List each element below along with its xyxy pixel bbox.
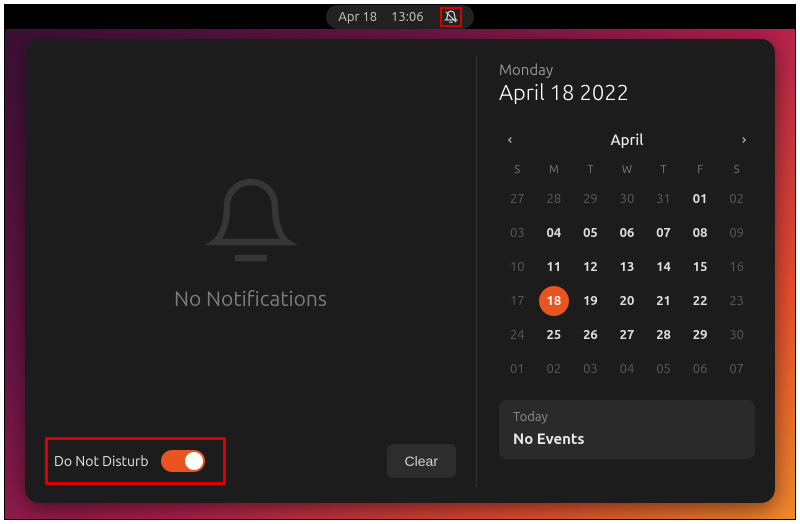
- weekday-header: F: [682, 158, 719, 182]
- calendar-day[interactable]: 03: [572, 352, 609, 386]
- calendar-day[interactable]: 15: [682, 250, 719, 284]
- calendar-day[interactable]: 08: [682, 216, 719, 250]
- do-not-disturb-label: Do Not Disturb: [54, 453, 149, 469]
- bell-icon: [203, 174, 299, 274]
- calendar-day[interactable]: 29: [572, 182, 609, 216]
- notifications-pane: No Notifications Do Not Disturb Clear: [25, 39, 476, 503]
- events-body: No Events: [513, 430, 741, 447]
- prev-month-button[interactable]: [499, 131, 521, 148]
- calendar-day[interactable]: 27: [499, 182, 536, 216]
- top-bar: Apr 18 13:06: [5, 5, 795, 29]
- calendar-day[interactable]: 13: [609, 250, 646, 284]
- calendar-day[interactable]: 07: [645, 216, 682, 250]
- next-month-button[interactable]: [733, 131, 755, 148]
- calendar-day[interactable]: 18: [536, 284, 573, 318]
- calendar-day[interactable]: 24: [499, 318, 536, 352]
- calendar-day[interactable]: 31: [645, 182, 682, 216]
- calendar-day[interactable]: 23: [718, 284, 755, 318]
- do-not-disturb-row: Do Not Disturb: [45, 437, 226, 485]
- calendar-day[interactable]: 28: [536, 182, 573, 216]
- calendar-day[interactable]: 01: [682, 182, 719, 216]
- calendar-day[interactable]: 22: [682, 284, 719, 318]
- calendar-day[interactable]: 05: [645, 352, 682, 386]
- no-notifications-label: No Notifications: [174, 286, 327, 310]
- weekday-header: M: [536, 158, 573, 182]
- calendar-day[interactable]: 02: [718, 182, 755, 216]
- calendar-day[interactable]: 25: [536, 318, 573, 352]
- calendar-day[interactable]: 05: [572, 216, 609, 250]
- calendar-day[interactable]: 11: [536, 250, 573, 284]
- calendar-header: April: [499, 131, 755, 148]
- calendar-grid: SMTWTFS 27282930310102030405060708091011…: [499, 158, 755, 386]
- calendar-day[interactable]: 30: [718, 318, 755, 352]
- calendar-day[interactable]: 19: [572, 284, 609, 318]
- calendar-day[interactable]: 30: [609, 182, 646, 216]
- calendar-day[interactable]: 28: [645, 318, 682, 352]
- weekday-header: S: [499, 158, 536, 182]
- calendar-day[interactable]: 12: [572, 250, 609, 284]
- month-label: April: [521, 131, 733, 148]
- calendar-day[interactable]: 27: [609, 318, 646, 352]
- calendar-day[interactable]: 07: [718, 352, 755, 386]
- events-header: Today: [513, 410, 741, 424]
- weekday-header: S: [718, 158, 755, 182]
- calendar-day[interactable]: 02: [536, 352, 573, 386]
- calendar-day[interactable]: 20: [609, 284, 646, 318]
- clear-button[interactable]: Clear: [387, 444, 456, 478]
- calendar-day[interactable]: 21: [645, 284, 682, 318]
- weekday-header: W: [609, 158, 646, 182]
- calendar-day[interactable]: 14: [645, 250, 682, 284]
- topbar-time: 13:06: [391, 10, 424, 24]
- calendar-day[interactable]: 17: [499, 284, 536, 318]
- notifications-empty: No Notifications: [39, 53, 462, 431]
- calendar-day[interactable]: 04: [536, 216, 573, 250]
- full-date-label: April 18 2022: [499, 80, 755, 105]
- clock-pill[interactable]: Apr 18 13:06: [326, 5, 473, 29]
- calendar-day[interactable]: 10: [499, 250, 536, 284]
- events-box: Today No Events: [499, 400, 755, 459]
- calendar-day[interactable]: 29: [682, 318, 719, 352]
- weekday-header: T: [645, 158, 682, 182]
- bell-slash-icon: [440, 7, 462, 27]
- calendar-day[interactable]: 01: [499, 352, 536, 386]
- topbar-date: Apr 18: [338, 10, 377, 24]
- datetime-panel: No Notifications Do Not Disturb Clear Mo…: [25, 39, 775, 503]
- calendar-day[interactable]: 06: [609, 216, 646, 250]
- calendar-day[interactable]: 26: [572, 318, 609, 352]
- calendar-pane: Monday April 18 2022 April SMTWTFS 27282…: [477, 39, 775, 503]
- do-not-disturb-toggle[interactable]: [161, 450, 205, 472]
- calendar-day[interactable]: 16: [718, 250, 755, 284]
- weekday-label: Monday: [499, 61, 755, 78]
- calendar-day[interactable]: 06: [682, 352, 719, 386]
- calendar-day[interactable]: 09: [718, 216, 755, 250]
- calendar-day[interactable]: 04: [609, 352, 646, 386]
- weekday-header: T: [572, 158, 609, 182]
- toggle-knob: [185, 452, 203, 470]
- calendar-day[interactable]: 03: [499, 216, 536, 250]
